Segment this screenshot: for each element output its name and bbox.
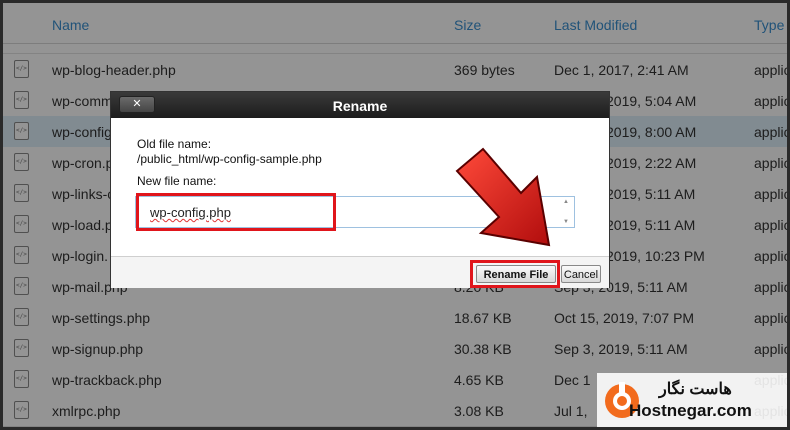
- dialog-title: Rename: [332, 98, 388, 114]
- brand-name-fa: هاست نگار: [659, 381, 732, 398]
- old-name-value: /public_html/wp-config-sample.php: [137, 152, 322, 166]
- brand-name-en: Hostnegar.com: [629, 401, 752, 420]
- brand-logo: هاست نگار Hostnegar.com: [597, 373, 787, 427]
- highlight-box: [470, 260, 560, 288]
- dialog-footer: Rename File Cancel: [111, 256, 609, 288]
- old-name-label: Old file name:: [137, 137, 212, 151]
- cancel-button[interactable]: Cancel: [561, 265, 601, 283]
- highlight-box: [136, 193, 336, 231]
- dialog-titlebar: Rename ✕: [111, 92, 609, 118]
- file-manager: Name Size Last Modified Type wp-blog-hea…: [3, 3, 787, 427]
- close-icon[interactable]: ✕: [119, 96, 155, 113]
- input-scrollbar[interactable]: [562, 199, 572, 225]
- pointer-arrow-icon: [455, 147, 551, 247]
- new-name-label: New file name:: [137, 174, 217, 188]
